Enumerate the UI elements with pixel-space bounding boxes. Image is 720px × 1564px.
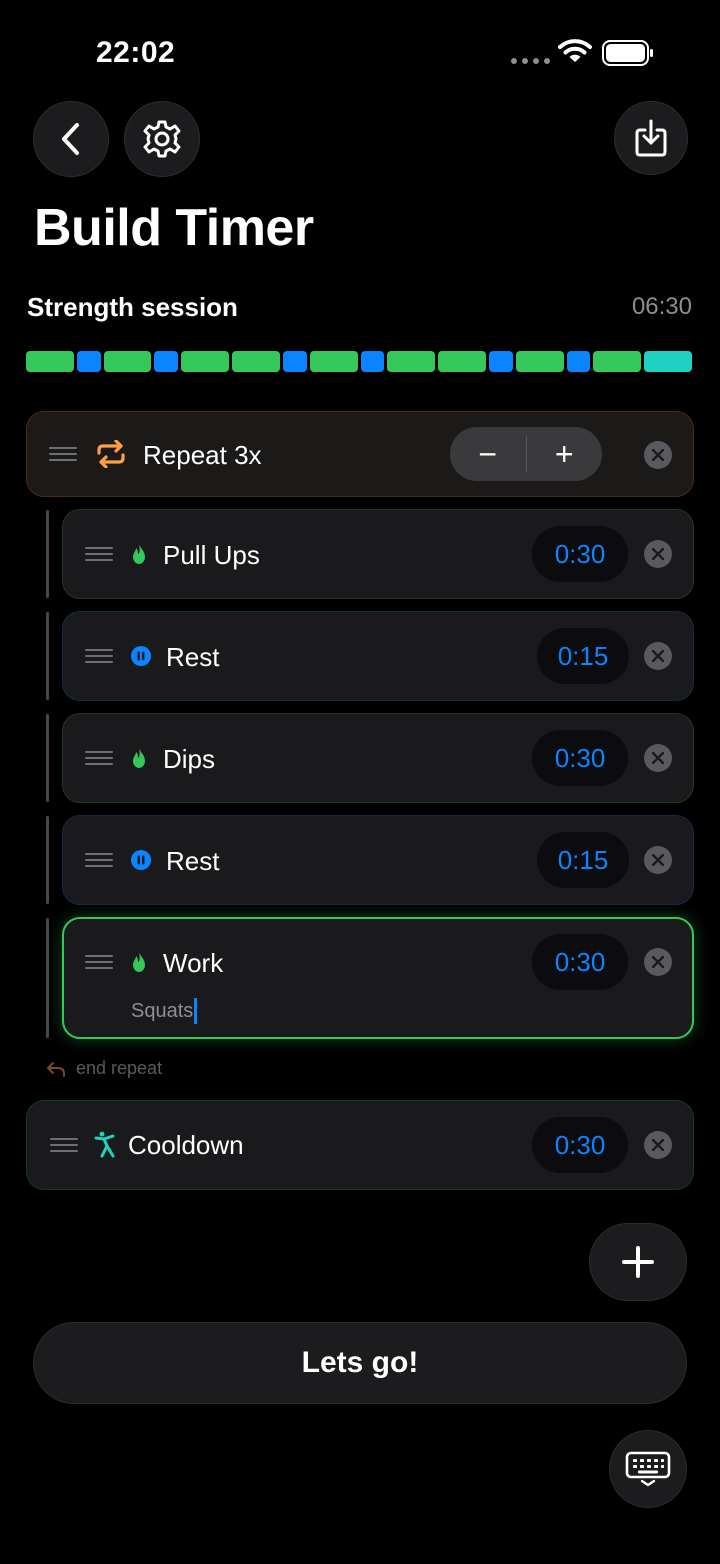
flame-icon [133,748,145,768]
remove-step-button[interactable] [644,846,672,874]
remove-step-button[interactable] [644,642,672,670]
status-bar: 22:02 [0,0,720,100]
download-tray-icon [635,119,667,157]
end-repeat-label: end repeat [76,1058,163,1078]
dismiss-keyboard-button[interactable] [609,1430,687,1508]
decrement-button[interactable]: − [450,427,526,481]
timeline-segment-work [181,351,230,372]
repeat-icon [97,440,125,468]
step-duration-pill[interactable]: 0:15 [537,628,629,684]
close-icon [652,650,664,662]
timeline-segment-work [593,351,642,372]
timeline-segment-work [309,351,358,372]
flame-icon [133,952,145,972]
save-download-button[interactable] [614,101,688,175]
step-label[interactable]: Work [163,948,223,979]
repeat-block-label[interactable]: Repeat 3x [143,440,262,471]
step-note-input[interactable]: Squats [131,998,198,1024]
page-title: Build Timer [34,199,314,257]
timeline-segment-rest [76,351,101,372]
timeline-segment-rest [282,351,307,372]
end-repeat-marker: end repeat [46,1058,162,1079]
repeat-guide-line [46,816,49,904]
timeline-segment-rest [360,351,385,372]
step-label[interactable]: Dips [163,744,215,775]
remove-repeat-button[interactable] [644,441,672,469]
remove-step-button[interactable] [644,744,672,772]
close-icon [652,854,664,866]
repeat-guide-line [46,612,49,700]
close-icon [652,752,664,764]
step-label[interactable]: Pull Ups [163,540,260,571]
drag-handle-icon[interactable] [49,447,77,461]
battery-icon [602,40,653,66]
timeline-segment-work [232,351,280,372]
close-icon [652,449,664,461]
timeline-segment-cooldown [644,351,692,372]
repeat-guide-line [46,714,49,802]
pause-circle-icon [131,646,151,666]
session-total-duration: 06:30 [631,293,692,320]
chevron-left-icon [62,123,79,155]
cooldown-duration-pill[interactable]: 0:30 [532,1117,628,1173]
increment-button[interactable]: + [527,427,603,481]
repeat-guide-line [46,918,49,1038]
step-label[interactable]: Rest [166,846,219,877]
drag-handle-icon[interactable] [85,547,113,561]
pause-circle-icon [131,850,151,870]
plus-icon [622,1246,654,1278]
timeline-segment-work [103,351,152,372]
flame-icon [133,544,145,564]
stretching-figure-icon [94,1131,115,1158]
remove-step-button[interactable] [644,540,672,568]
remove-step-button[interactable] [644,948,672,976]
keyboard-icon [625,1451,671,1487]
cellular-signal-icon [511,58,550,64]
timeline-segment-work [387,351,436,372]
drag-handle-icon[interactable] [85,649,113,663]
close-icon [652,548,664,560]
timeline-segment-rest [154,351,179,372]
step-duration-pill[interactable]: 0:30 [532,934,628,990]
drag-handle-icon[interactable] [85,751,113,765]
gear-icon [143,120,181,158]
wifi-icon [558,39,592,62]
session-timeline [26,351,692,372]
drag-handle-icon[interactable] [50,1138,78,1152]
text-caret [194,998,198,1024]
step-label[interactable]: Rest [166,642,219,673]
step-duration-pill[interactable]: 0:15 [537,832,629,888]
timeline-segment-work [26,351,74,372]
close-icon [652,1139,664,1151]
start-button[interactable]: Lets go! [33,1322,687,1404]
timeline-segment-rest [566,351,591,372]
step-duration-pill[interactable]: 0:30 [532,526,628,582]
close-icon [652,956,664,968]
settings-button[interactable] [124,101,200,177]
cooldown-label[interactable]: Cooldown [128,1130,244,1161]
step-note-text: Squats [131,999,194,1022]
add-step-button[interactable] [589,1223,687,1301]
session-name[interactable]: Strength session [27,292,238,323]
timeline-segment-rest [488,351,513,372]
back-button[interactable] [33,101,109,177]
timeline-segment-work [438,351,486,372]
repeat-count-stepper[interactable]: − + [450,427,602,481]
timeline-segment-work [515,351,564,372]
step-duration-pill[interactable]: 0:30 [532,730,628,786]
drag-handle-icon[interactable] [85,853,113,867]
remove-cooldown-button[interactable] [644,1131,672,1159]
drag-handle-icon[interactable] [85,955,113,969]
status-time: 22:02 [96,36,176,69]
repeat-guide-line [46,510,49,598]
return-arrow-icon [47,1061,65,1077]
